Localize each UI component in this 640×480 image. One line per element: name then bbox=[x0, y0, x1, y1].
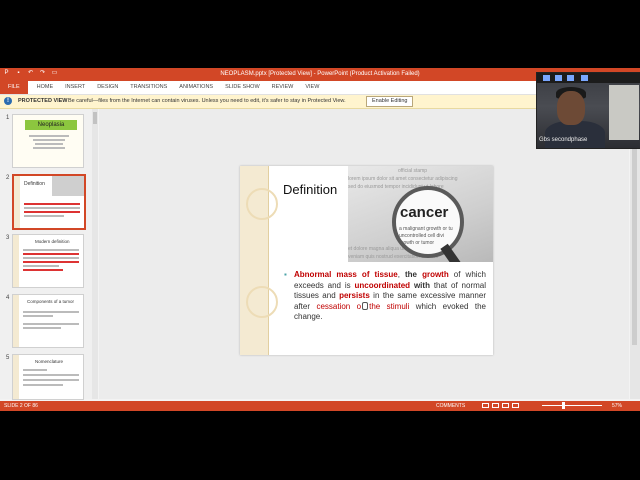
camera-icon[interactable] bbox=[543, 75, 550, 81]
thumbnail-title: Definition bbox=[24, 181, 45, 187]
participant-name: Gbs secondphase bbox=[539, 137, 588, 143]
slide-thumbnail-pane: 1 Neoplasia 2 Definition 3 Modern defini… bbox=[0, 109, 92, 400]
slideshow-icon[interactable] bbox=[512, 403, 519, 408]
gallery-icon[interactable] bbox=[581, 75, 588, 81]
decorative-swirl bbox=[246, 286, 278, 318]
microphone-icon[interactable] bbox=[555, 75, 562, 81]
tab-design[interactable]: DESIGN bbox=[91, 81, 124, 94]
comments-button[interactable]: COMMENTS bbox=[436, 403, 465, 409]
normal-view-icon[interactable] bbox=[482, 403, 489, 408]
thumbnail-title: Modern definition bbox=[35, 239, 70, 244]
webcam-toolbar bbox=[537, 73, 640, 83]
view-buttons bbox=[482, 403, 519, 408]
slide-scrollbar[interactable] bbox=[630, 109, 640, 399]
thumbnail-number: 1 bbox=[6, 115, 10, 121]
enable-editing-button[interactable]: Enable Editing bbox=[366, 96, 414, 107]
thumbnail-scroll-handle[interactable] bbox=[93, 112, 97, 124]
thumbnail-title: Components of a tumor bbox=[27, 299, 75, 304]
tab-file[interactable]: FILE bbox=[0, 81, 28, 94]
zoom-slider[interactable] bbox=[542, 405, 602, 406]
slide-title: Definition bbox=[283, 182, 338, 197]
slide-thumbnail-1[interactable]: Neoplasia bbox=[12, 114, 84, 168]
cancer-magnifier-image: official stamp lorem ipsum dolor sit ame… bbox=[348, 166, 493, 262]
status-bar: SLIDE 2 OF 86 COMMENTS 57% bbox=[0, 401, 640, 411]
slide-thumbnail-3[interactable]: Modern definition bbox=[12, 234, 84, 288]
shield-icon: ! bbox=[4, 97, 12, 105]
thumbnail-number: 3 bbox=[6, 235, 10, 241]
slide-thumbnail-2[interactable]: Definition bbox=[12, 174, 86, 230]
slide-thumbnail-4[interactable]: Components of a tumor bbox=[12, 294, 84, 348]
protected-view-message: Be careful—files from the Internet can c… bbox=[68, 98, 346, 104]
thumbnail-number: 4 bbox=[6, 295, 10, 301]
thumbnail-scrollbar[interactable] bbox=[92, 109, 98, 399]
slide-scroll-handle[interactable] bbox=[632, 115, 637, 345]
background-door bbox=[609, 85, 639, 140]
tab-review[interactable]: REVIEW bbox=[266, 81, 300, 94]
thumbnail-number: 5 bbox=[6, 355, 10, 361]
tab-slide-show[interactable]: SLIDE SHOW bbox=[219, 81, 266, 94]
slide-counter: SLIDE 2 OF 86 bbox=[4, 403, 38, 409]
bullet-marker: ▪ bbox=[284, 270, 287, 279]
thumbnail-title: Neoplasia bbox=[25, 120, 77, 130]
magnifier-lens: cancer a malignant growth or tu uncontro… bbox=[392, 186, 464, 258]
thumbnail-number: 2 bbox=[6, 175, 10, 181]
person-face bbox=[557, 91, 585, 125]
reading-view-icon[interactable] bbox=[502, 403, 509, 408]
grid-view-icon[interactable] bbox=[567, 75, 574, 81]
person-body bbox=[545, 121, 605, 148]
mouse-cursor-icon bbox=[362, 301, 369, 310]
slide-sorter-icon[interactable] bbox=[492, 403, 499, 408]
thumbnail-title: Nomenclature bbox=[35, 359, 64, 364]
tab-insert[interactable]: INSERT bbox=[59, 81, 91, 94]
tab-transitions[interactable]: TRANSITIONS bbox=[124, 81, 173, 94]
tab-home[interactable]: HOME bbox=[31, 81, 60, 94]
current-slide[interactable]: Definition official stamp lorem ipsum do… bbox=[240, 166, 493, 355]
protected-view-label: PROTECTED VIEW bbox=[18, 98, 68, 104]
webcam-overlay: Gbs secondphase bbox=[536, 72, 640, 149]
zoom-level[interactable]: 57% bbox=[612, 403, 622, 409]
slide-editing-area: Definition official stamp lorem ipsum do… bbox=[99, 109, 629, 399]
zoom-slider-knob[interactable] bbox=[562, 402, 565, 409]
tab-animations[interactable]: ANIMATIONS bbox=[173, 81, 219, 94]
decorative-swirl bbox=[246, 188, 278, 220]
definition-bullet: ▪ Abnormal mass of tissue, the growth of… bbox=[284, 270, 487, 321]
slide-thumbnail-5[interactable]: Nomenclature bbox=[12, 354, 84, 400]
tab-view[interactable]: VIEW bbox=[299, 81, 325, 94]
